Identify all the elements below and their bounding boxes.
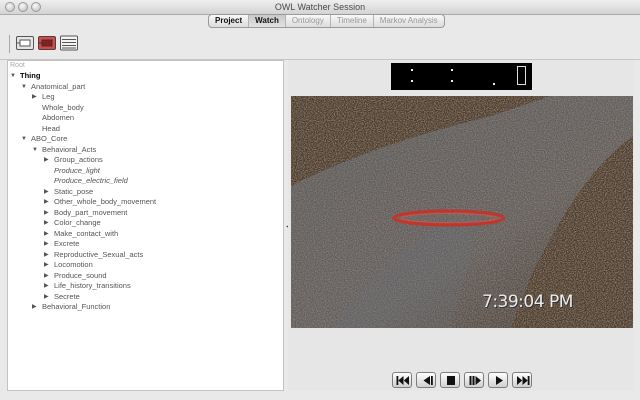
activity-indicator-display [391, 63, 532, 90]
disclosure-closed-icon[interactable]: ▶ [44, 250, 49, 261]
indicator-dot [411, 80, 413, 82]
tree-node-make-contact-with[interactable]: ▶ Make_contact_with [8, 229, 283, 240]
skip-to-start-icon[interactable] [392, 372, 412, 388]
tree-node-leg[interactable]: ▶ Leg [8, 92, 283, 103]
disclosure-closed-icon[interactable]: ▶ [44, 187, 49, 198]
disclosure-closed-icon[interactable]: ▶ [32, 92, 37, 103]
list-icon[interactable] [59, 33, 79, 53]
ontology-tree: ▼ Thing ▼ Anatomical_part ▶ Leg Whole_bo… [8, 71, 283, 313]
tree-node-life-history-transitions[interactable]: ▶ Life_history_transitions [8, 281, 283, 292]
title-bar: OWL Watcher Session [0, 0, 640, 15]
tree-node-group-actions[interactable]: ▶ Group_actions [8, 155, 283, 166]
video-frame-image [291, 96, 633, 328]
import-icon[interactable] [15, 33, 35, 53]
disclosure-open-icon[interactable]: ▼ [10, 71, 16, 82]
record-icon[interactable] [37, 33, 57, 53]
disclosure-closed-icon[interactable]: ▶ [44, 239, 49, 250]
video-frame[interactable] [291, 96, 633, 328]
indicator-dot [411, 69, 413, 71]
disclosure-open-icon[interactable]: ▼ [21, 134, 27, 145]
disclosure-closed-icon[interactable]: ▶ [44, 229, 49, 240]
disclosure-closed-icon[interactable]: ▶ [44, 292, 49, 303]
tree-node-locomotion[interactable]: ▶ Locomotion [8, 260, 283, 271]
skip-to-end-icon[interactable] [512, 372, 532, 388]
tree-node-abo-core[interactable]: ▼ ABO_Core [8, 134, 283, 145]
tab-timeline[interactable]: Timeline [331, 15, 374, 27]
tree-node-head[interactable]: Head [8, 124, 283, 135]
tree-node-static-pose[interactable]: ▶ Static_pose [8, 187, 283, 198]
tab-project[interactable]: Project [209, 15, 250, 27]
toolbar [0, 27, 640, 60]
window-title: OWL Watcher Session [274, 2, 366, 12]
tree-node-behavioral-acts[interactable]: ▼ Behavioral_Acts [8, 145, 283, 156]
play-icon[interactable] [488, 372, 508, 388]
toolbar-separator [9, 35, 10, 53]
disclosure-closed-icon[interactable]: ▶ [44, 271, 49, 282]
disclosure-closed-icon[interactable]: ▶ [44, 281, 49, 292]
disclosure-closed-icon[interactable]: ▶ [44, 260, 49, 271]
tree-node-whole-body[interactable]: Whole_body [8, 103, 283, 114]
tab-watch[interactable]: Watch [249, 15, 286, 27]
indicator-dot [493, 83, 495, 85]
tree-node-color-change[interactable]: ▶ Color_change [8, 218, 283, 229]
tree-node-produce-sound[interactable]: ▶ Produce_sound [8, 271, 283, 282]
indicator-dot [451, 69, 453, 71]
video-timestamp: 7:39:04 PM [482, 292, 573, 312]
disclosure-closed-icon[interactable]: ▶ [44, 155, 49, 166]
tree-node-produce-light[interactable]: Produce_light [8, 166, 283, 177]
disclosure-closed-icon[interactable]: ▶ [32, 302, 37, 313]
tab-markov-analysis[interactable]: Markov Analysis [374, 15, 444, 27]
disclosure-open-icon[interactable]: ▼ [32, 145, 38, 156]
tree-node-produce-electric-field[interactable]: Produce_electric_field [8, 176, 283, 187]
tree-node-body-part-movement[interactable]: ▶ Body_part_movement [8, 208, 283, 219]
indicator-bar [517, 66, 526, 85]
tree-node-anatomical-part[interactable]: ▼ Anatomical_part [8, 82, 283, 93]
disclosure-closed-icon[interactable]: ▶ [44, 218, 49, 229]
disclosure-open-icon[interactable]: ▼ [21, 82, 27, 93]
tab-ontology[interactable]: Ontology [286, 15, 331, 27]
tree-node-thing[interactable]: ▼ Thing [8, 71, 283, 82]
tree-node-excrete[interactable]: ▶ Excrete [8, 239, 283, 250]
playback-controls [392, 372, 532, 389]
stop-icon[interactable] [440, 372, 460, 388]
play-pause-icon[interactable] [464, 372, 484, 388]
tree-node-behavioral-function[interactable]: ▶ Behavioral_Function [8, 302, 283, 313]
indicator-dot [451, 80, 453, 82]
step-back-icon[interactable] [416, 372, 436, 388]
tree-node-abdomen[interactable]: Abdomen [8, 113, 283, 124]
app-window: OWL Watcher Session Project Watch Ontolo… [0, 0, 640, 400]
disclosure-closed-icon[interactable]: ▶ [44, 197, 49, 208]
disclosure-closed-icon[interactable]: ▶ [44, 208, 49, 219]
tree-root-label: Root [10, 62, 25, 69]
tab-bar: Project Watch Ontology Timeline Markov A… [208, 14, 445, 28]
tree-node-secrete[interactable]: ▶ Secrete [8, 292, 283, 303]
ontology-tree-panel: Root ▼ Thing ▼ Anatomical_part ▶ Leg Who… [7, 60, 284, 391]
tree-node-other-whole-body-movement[interactable]: ▶ Other_whole_body_movement [8, 197, 283, 208]
tree-node-reproductive-sexual-acts[interactable]: ▶ Reproductive_Sexual_acts [8, 250, 283, 261]
